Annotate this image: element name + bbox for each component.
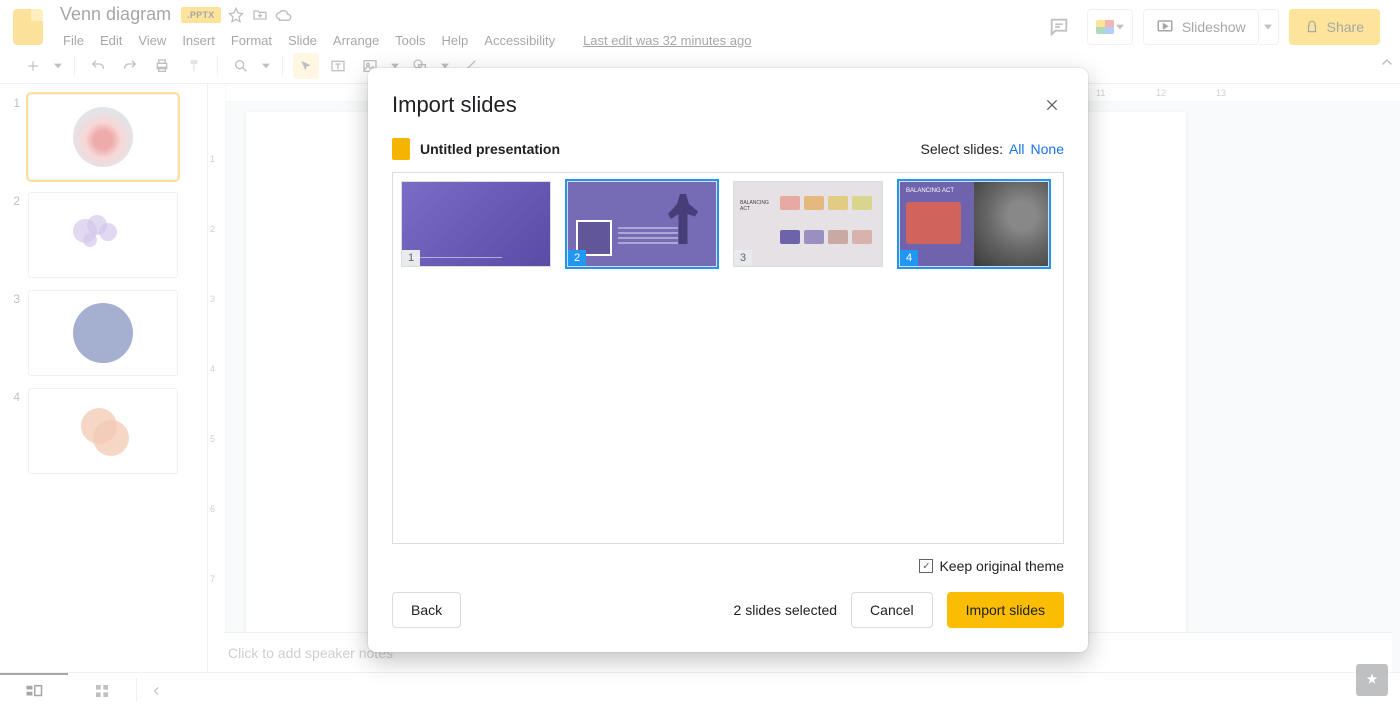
import-thumb-3[interactable]: BALANCINGACT 3: [733, 181, 883, 267]
keep-theme-label: Keep original theme: [939, 558, 1064, 574]
import-thumb-number: 1: [402, 250, 420, 266]
import-slides-button[interactable]: Import slides: [947, 592, 1064, 628]
dialog-title: Import slides: [392, 92, 517, 118]
back-button[interactable]: Back: [392, 592, 461, 628]
import-thumb-1[interactable]: 1: [401, 181, 551, 267]
import-thumb-number: 2: [568, 250, 586, 266]
presentation-icon: [392, 138, 410, 160]
import-thumb-2[interactable]: 2: [567, 181, 717, 267]
keep-theme-checkbox[interactable]: ✓: [919, 559, 933, 573]
import-slides-dialog: Import slides Untitled presentation Sele…: [368, 68, 1088, 652]
import-slide-grid: 1 2 BALANCINGACT 3 BALANCING ACT 4: [392, 172, 1064, 544]
selected-count: 2 slides selected: [734, 602, 838, 618]
import-thumb-number: 3: [734, 250, 752, 266]
select-all-link[interactable]: All: [1009, 141, 1025, 157]
select-slides-label: Select slides:: [920, 141, 1002, 157]
import-thumb-4[interactable]: BALANCING ACT 4: [899, 181, 1049, 267]
presentation-name: Untitled presentation: [420, 141, 560, 157]
select-none-link[interactable]: None: [1031, 141, 1064, 157]
cancel-button[interactable]: Cancel: [851, 592, 933, 628]
import-thumb-number: 4: [900, 250, 918, 266]
close-icon[interactable]: [1040, 93, 1064, 117]
